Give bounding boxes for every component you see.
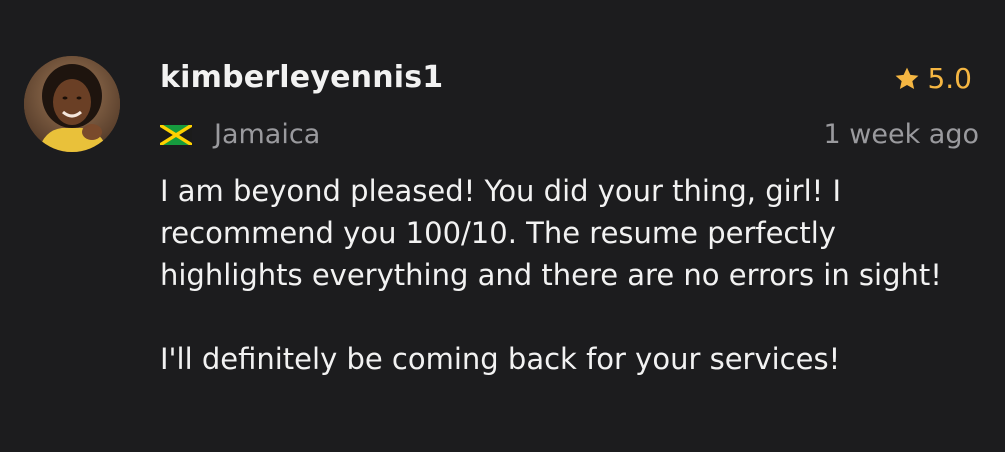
rating: 5.0 [893, 60, 972, 98]
review-paragraph: I'll definitely be coming back for your … [160, 342, 841, 376]
country-name: Jamaica [214, 119, 321, 150]
review-timestamp: 1 week ago [823, 119, 980, 150]
star-icon [896, 67, 919, 90]
review-paragraph: I am beyond pleased! You did your thing,… [160, 174, 942, 292]
rating-value: 5.0 [927, 62, 972, 95]
username[interactable]: kimberleyennis1 [160, 58, 443, 98]
jamaica-flag-icon [160, 125, 192, 145]
avatar-photo-icon [24, 56, 120, 152]
avatar[interactable] [24, 56, 120, 152]
review-body: I am beyond pleased! You did your thing,… [160, 170, 990, 380]
review-card: kimberleyennis1 5.0 Jamaica 1 week ago I… [0, 0, 1005, 452]
country: Jamaica [160, 116, 320, 154]
